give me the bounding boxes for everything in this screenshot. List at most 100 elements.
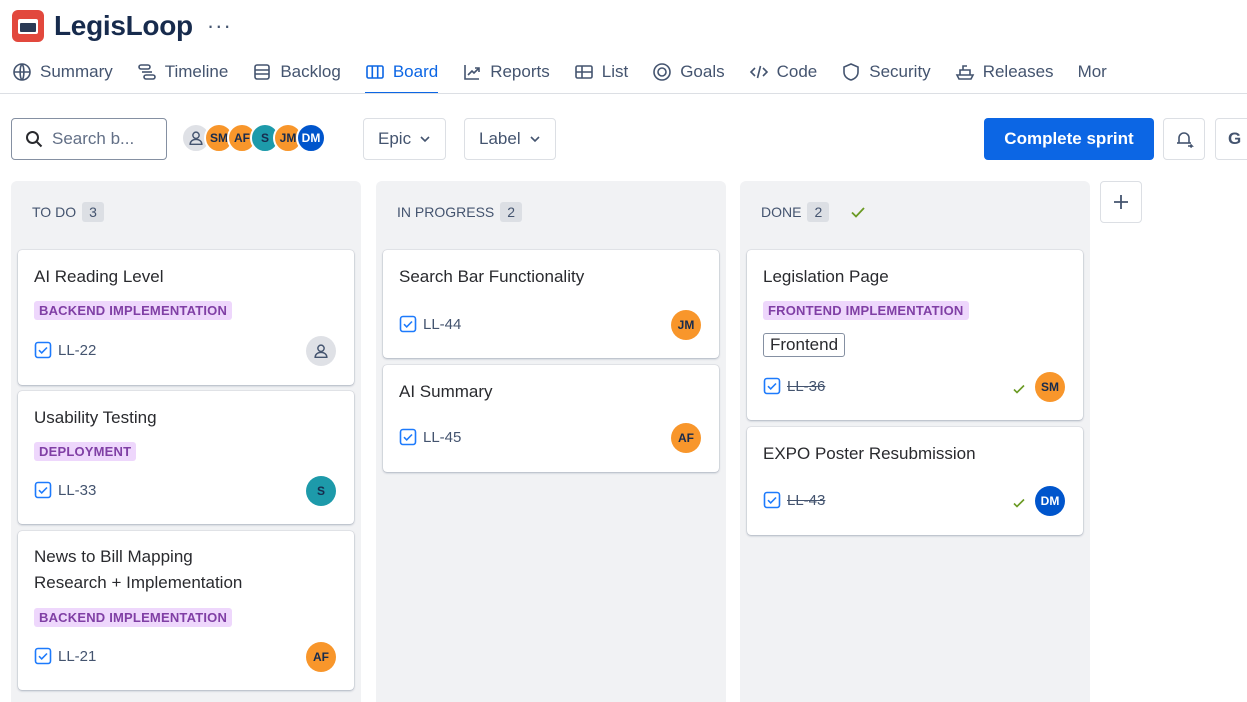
issue-key[interactable]: LL-22 [34,341,96,359]
card-title-line-2: Research + Implementation [34,573,243,592]
tab-timeline[interactable]: Timeline [137,56,229,88]
assignee-avatar[interactable]: JM [671,310,701,340]
tab-label: List [601,62,629,81]
assignee-avatar[interactable]: DM [1035,486,1065,516]
card-title: AI Summary [399,382,493,401]
notifications-button[interactable] [1163,118,1205,160]
group-by-button[interactable]: G [1215,118,1247,160]
checkbox-task-icon [763,377,781,395]
tab-releases[interactable]: Releases [955,56,1054,88]
search-box[interactable] [11,118,167,160]
checkbox-task-icon [34,341,52,359]
issue-key[interactable]: LL-21 [34,647,96,665]
add-column-button[interactable] [1100,181,1142,223]
assignee-avatar-unassigned[interactable] [306,336,336,366]
tab-label: Releases [982,62,1054,81]
chevron-down-icon [530,136,540,143]
bell-arrow-icon [1177,132,1194,149]
tab-label: Mor [1077,62,1107,81]
issue-card-ll-45[interactable]: AI Summary LL-45 AF [383,365,719,472]
search-input[interactable] [52,129,152,149]
tab-board[interactable]: Board [364,56,439,94]
column-title: TO DO [32,204,77,220]
issue-card-ll-21[interactable]: News to Bill Mapping Research + Implemen… [18,531,354,690]
column-title: IN PROGRESS [397,204,495,220]
avatar-dm[interactable]: DM [296,123,326,153]
tab-label: Backlog [280,62,341,81]
timeline-icon [137,64,156,80]
issue-card-ll-33[interactable]: Usability Testing DEPLOYMENT LL-33 S [18,391,354,524]
issue-card-ll-36[interactable]: Legislation Page FRONTEND IMPLEMENTATION… [747,250,1083,420]
epic-badge[interactable]: DEPLOYMENT [34,442,137,461]
done-check-icon [1013,498,1025,508]
tab-summary[interactable]: Summary [12,56,113,88]
chevron-down-icon [420,136,430,143]
assignee-avatar[interactable]: AF [671,423,701,453]
board-toolbar: SM AF S JM DM Epic Label Complete sprint… [11,118,1247,160]
complete-sprint-button[interactable]: Complete sprint [984,118,1154,160]
tab-backlog[interactable]: Backlog [252,56,341,88]
tab-more[interactable]: Mor [1078,56,1107,88]
checkmark-icon [851,207,865,218]
tab-label: Reports [490,62,550,81]
search-icon [26,131,43,148]
assignee-avatar[interactable]: SM [1035,372,1065,402]
globe-icon [13,63,31,81]
issue-key[interactable]: LL-45 [399,428,461,446]
epic-badge[interactable]: BACKEND IMPLEMENTATION [34,301,233,320]
user-icon [189,131,203,146]
column-done: DONE 2 Legislation Page FRONTEND IMPLEME… [740,181,1090,702]
goals-icon [653,63,672,81]
list-icon [574,65,593,79]
issue-key[interactable]: LL-44 [399,315,461,333]
assignee-avatar[interactable]: S [306,476,336,506]
tab-goals[interactable]: Goals [652,56,725,88]
issue-card-ll-43[interactable]: EXPO Poster Resubmission LL-43 DM [747,427,1083,535]
label-tag[interactable]: Frontend [763,333,846,357]
card-title: EXPO Poster Resubmission [763,444,976,463]
board-icon [366,65,384,79]
issue-key-text: LL-44 [423,315,462,333]
checkbox-task-icon [399,315,417,333]
column-count: 2 [500,202,523,222]
column-in-progress: IN PROGRESS 2 Search Bar Functionality L… [376,181,726,702]
tab-reports[interactable]: Reports [462,56,550,88]
more-actions-button[interactable]: ··· [207,13,232,39]
issue-key-text: LL-45 [423,428,462,446]
issue-card-ll-22[interactable]: AI Reading Level BACKEND IMPLEMENTATION … [18,250,354,385]
tab-code[interactable]: Code [749,56,817,88]
label-filter-label: Label [479,129,521,148]
tab-security[interactable]: Security [841,56,931,88]
assignee-avatar[interactable]: AF [306,642,336,672]
column-header: TO DO 3 [32,202,104,222]
issue-key-text: LL-22 [58,341,97,359]
card-title: Usability Testing [34,408,157,427]
column-count: 3 [82,202,104,222]
reports-icon [464,65,481,80]
issue-key-text: LL-43 [787,491,826,509]
tab-label: Security [869,62,931,81]
tabs-divider [0,93,1247,94]
issue-card-ll-44[interactable]: Search Bar Functionality LL-44 JM [383,250,719,358]
card-title: Legislation Page [763,267,889,286]
issue-key-text: LL-36 [787,377,826,395]
checkbox-task-icon [34,647,52,665]
issue-key[interactable]: LL-36 [763,377,825,395]
issue-key[interactable]: LL-33 [34,481,96,499]
epic-badge[interactable]: FRONTEND IMPLEMENTATION [763,301,969,320]
tab-label: Timeline [164,62,229,81]
epic-filter-button[interactable]: Epic [363,118,447,160]
project-title: LegisLoop [54,10,193,41]
epic-badge[interactable]: BACKEND IMPLEMENTATION [34,608,233,627]
project-header: LegisLoop ··· [12,8,232,44]
label-filter-button[interactable]: Label [464,118,556,160]
backlog-icon [254,64,271,80]
user-icon [314,344,328,359]
ship-icon [955,65,974,80]
code-icon [749,65,768,79]
done-check-icon [1013,384,1025,394]
checkbox-task-icon [399,428,417,446]
card-title: AI Reading Level [34,267,164,286]
tab-list[interactable]: List [574,56,628,88]
issue-key[interactable]: LL-43 [763,491,825,509]
